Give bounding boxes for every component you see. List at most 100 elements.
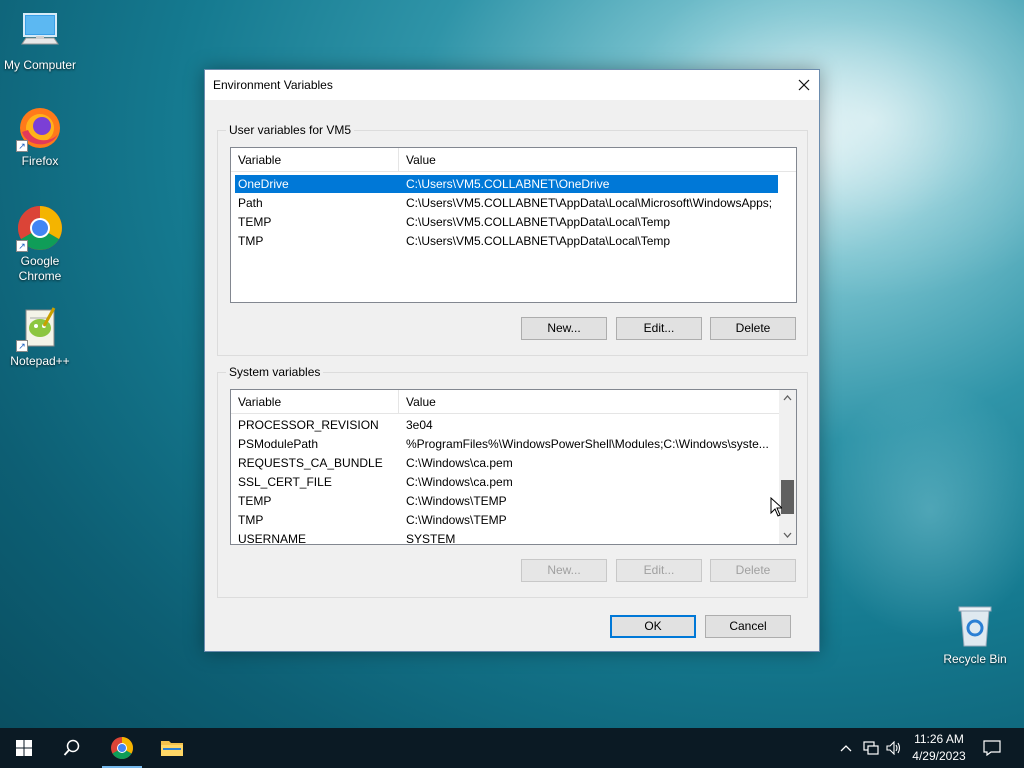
cancel-button[interactable]: Cancel (705, 615, 791, 638)
user-variables-list[interactable]: Variable Value OneDrive C:\Users\VM5.COL… (230, 147, 797, 303)
variable-value: C:\Users\VM5.COLLABNET\OneDrive (406, 177, 610, 191)
search-button[interactable] (48, 728, 96, 768)
list-item[interactable]: TMP C:\Windows\TEMP (235, 511, 778, 529)
system-edit-button[interactable]: Edit... (616, 559, 702, 582)
variable-value: C:\Windows\TEMP (406, 513, 507, 527)
user-delete-button[interactable]: Delete (710, 317, 796, 340)
system-new-button[interactable]: New... (521, 559, 607, 582)
dialog-titlebar[interactable]: Environment Variables (205, 70, 819, 100)
folder-icon (161, 741, 183, 756)
list-item[interactable]: OneDrive C:\Users\VM5.COLLABNET\OneDrive (235, 175, 778, 193)
list-item[interactable]: TMP C:\Users\VM5.COLLABNET\AppData\Local… (235, 232, 778, 250)
chevron-up-icon (840, 745, 852, 752)
notification-icon (983, 740, 1001, 757)
close-button[interactable] (789, 70, 819, 100)
variable-name: PROCESSOR_REVISION (238, 418, 379, 432)
variable-value: C:\Windows\ca.pem (406, 456, 513, 470)
variable-name: OneDrive (238, 177, 289, 191)
system-delete-button[interactable]: Delete (710, 559, 796, 582)
variable-name: TEMP (238, 494, 272, 508)
list-header: Variable Value (231, 148, 796, 172)
scroll-down-button[interactable] (779, 527, 796, 544)
list-item[interactable]: SSL_CERT_FILE C:\Windows\ca.pem (235, 473, 778, 491)
list-item[interactable]: PSModulePath %ProgramFiles%\WindowsPower… (235, 435, 778, 453)
variable-value: C:\Windows\ca.pem (406, 475, 513, 489)
shortcut-arrow-icon: ↗ (16, 240, 28, 252)
environment-variables-dialog: Environment Variables User variables for… (204, 69, 820, 652)
variable-value: C:\Users\VM5.COLLABNET\AppData\Local\Mic… (406, 196, 773, 210)
network-icon (863, 741, 879, 755)
shortcut-arrow-icon: ↗ (16, 140, 28, 152)
dialog-title: Environment Variables (213, 78, 333, 92)
taskbar: 11:26 AM 4/29/2023 (0, 728, 1024, 768)
speaker-icon (886, 740, 901, 756)
variable-name: PSModulePath (238, 437, 319, 451)
variable-value: SYSTEM (406, 532, 456, 545)
user-variables-group-title: User variables for VM5 (226, 123, 355, 137)
desktop-icon-label: My Computer (3, 58, 77, 72)
list-item[interactable]: REQUESTS_CA_BUNDLE C:\Windows\ca.pem (235, 454, 778, 472)
taskbar-clock[interactable]: 11:26 AM 4/29/2023 (906, 731, 972, 765)
chevron-down-icon (783, 532, 792, 538)
column-header-value[interactable]: Value (406, 153, 436, 167)
desktop-icon-recycle-bin[interactable]: Recycle Bin (935, 602, 1015, 667)
system-variables-list[interactable]: Variable Value PROCESSOR_REVISION 3e04 P… (230, 389, 797, 545)
variable-value: %ProgramFiles%\WindowsPowerShell\Modules… (406, 437, 769, 451)
column-header-variable[interactable]: Variable (238, 395, 281, 409)
chrome-icon: ↗ (16, 204, 64, 252)
desktop-icon-google-chrome[interactable]: ↗ Google Chrome (0, 204, 80, 284)
variable-name: TMP (238, 234, 264, 248)
recycle-bin-icon (951, 602, 999, 650)
variable-value: C:\Users\VM5.COLLABNET\AppData\Local\Tem… (406, 234, 671, 248)
taskbar-file-explorer-button[interactable] (148, 728, 196, 768)
system-variables-scrollbar[interactable] (779, 390, 796, 544)
column-separator[interactable] (398, 148, 399, 172)
computer-icon (16, 8, 64, 56)
variable-name: USERNAME (238, 532, 307, 545)
list-item[interactable]: Path C:\Users\VM5.COLLABNET\AppData\Loca… (235, 194, 778, 212)
close-icon (798, 79, 810, 91)
ok-button[interactable]: OK (610, 615, 696, 638)
start-button[interactable] (0, 728, 48, 768)
wallpaper-highlight-lower (820, 380, 1024, 640)
desktop-icon-label: Notepad++ (10, 354, 70, 368)
network-button[interactable] (860, 728, 882, 768)
variable-name: TMP (238, 513, 264, 527)
desktop-icon-label: Google Chrome (18, 254, 62, 283)
desktop-icon-firefox[interactable]: ↗ Firefox (0, 104, 80, 169)
clock-date: 4/29/2023 (912, 749, 966, 763)
variable-name: TEMP (238, 215, 272, 229)
column-separator[interactable] (398, 390, 399, 414)
notepad-plus-plus-icon: ↗ (16, 304, 64, 352)
volume-button[interactable] (883, 728, 905, 768)
system-variables-group-title: System variables (226, 365, 324, 379)
clock-time: 11:26 AM (914, 732, 964, 746)
list-item[interactable]: USERNAME SYSTEM (235, 530, 778, 545)
column-header-variable[interactable]: Variable (238, 153, 281, 167)
chrome-icon (111, 737, 133, 759)
scroll-thumb[interactable] (781, 480, 794, 514)
variable-name: Path (238, 196, 263, 210)
taskbar-chrome-button[interactable] (98, 728, 146, 768)
variable-name: REQUESTS_CA_BUNDLE (238, 456, 383, 470)
windows-logo-icon (16, 740, 32, 756)
user-new-button[interactable]: New... (521, 317, 607, 340)
chevron-up-icon (783, 395, 792, 401)
variable-name: SSL_CERT_FILE (238, 475, 332, 489)
desktop-icon-notepad-plus-plus[interactable]: ↗ Notepad++ (0, 304, 80, 369)
list-item[interactable]: TEMP C:\Users\VM5.COLLABNET\AppData\Loca… (235, 213, 778, 231)
action-center-button[interactable] (978, 728, 1006, 768)
user-edit-button[interactable]: Edit... (616, 317, 702, 340)
column-header-value[interactable]: Value (406, 395, 436, 409)
desktop-icon-my-computer[interactable]: My Computer (0, 8, 80, 73)
mouse-cursor-icon (770, 497, 782, 517)
show-hidden-icons-button[interactable] (836, 728, 856, 768)
list-item[interactable]: PROCESSOR_REVISION 3e04 (235, 416, 778, 434)
shortcut-arrow-icon: ↗ (16, 340, 28, 352)
list-header: Variable Value (231, 390, 796, 414)
scroll-up-button[interactable] (779, 390, 796, 407)
variable-value: C:\Users\VM5.COLLABNET\AppData\Local\Tem… (406, 215, 671, 229)
variable-value: 3e04 (406, 418, 433, 432)
list-item[interactable]: TEMP C:\Windows\TEMP (235, 492, 778, 510)
desktop-icon-label: Recycle Bin (943, 652, 1007, 666)
